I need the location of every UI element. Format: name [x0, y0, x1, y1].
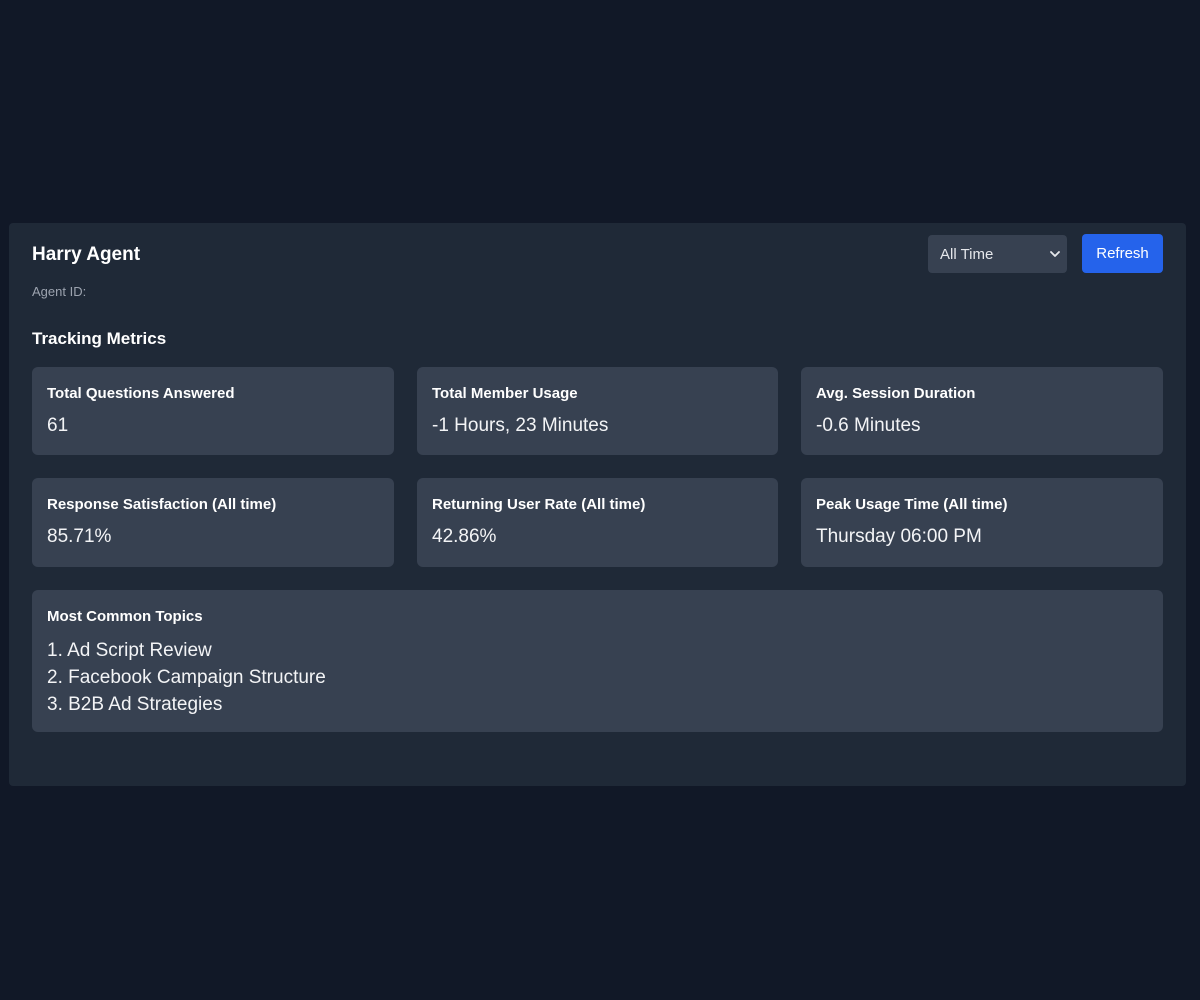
metric-label: Total Questions Answered: [47, 385, 235, 402]
metric-card-total-member-usage: Total Member Usage -1 Hours, 23 Minutes: [417, 367, 778, 455]
metric-label: Response Satisfaction (All time): [47, 496, 277, 513]
agent-metrics-panel: Harry Agent Agent ID: All Time Refresh T…: [9, 223, 1186, 786]
metric-value: Thursday 06:00 PM: [816, 526, 982, 547]
metric-label: Avg. Session Duration: [816, 385, 976, 402]
chevron-down-icon: [1050, 251, 1060, 257]
most-common-topics-card: Most Common Topics 1. Ad Script Review 2…: [32, 590, 1163, 732]
metric-card-total-questions: Total Questions Answered 61: [32, 367, 394, 455]
metric-label: Total Member Usage: [432, 385, 578, 402]
refresh-button[interactable]: Refresh: [1082, 234, 1163, 273]
list-item: 1. Ad Script Review: [47, 640, 212, 661]
agent-name: Harry Agent: [32, 244, 141, 265]
list-item: 3. B2B Ad Strategies: [47, 694, 223, 715]
metric-value: 42.86%: [432, 526, 497, 547]
metric-card-avg-session-duration: Avg. Session Duration -0.6 Minutes: [801, 367, 1163, 455]
metric-card-returning-user-rate: Returning User Rate (All time) 42.86%: [417, 478, 778, 567]
time-range-selected-value: All Time: [940, 246, 994, 263]
metric-value: -0.6 Minutes: [816, 415, 921, 436]
metric-card-response-satisfaction: Response Satisfaction (All time) 85.71%: [32, 478, 394, 567]
metric-label: Peak Usage Time (All time): [816, 496, 1008, 513]
time-range-select[interactable]: All Time: [928, 235, 1067, 273]
metric-value: 61: [47, 415, 69, 436]
topics-label: Most Common Topics: [47, 608, 203, 625]
metric-label: Returning User Rate (All time): [432, 496, 646, 513]
metric-value: 85.71%: [47, 526, 112, 547]
metric-value: -1 Hours, 23 Minutes: [432, 415, 609, 436]
agent-id-label: Agent ID:: [32, 284, 87, 299]
metric-card-peak-usage-time: Peak Usage Time (All time) Thursday 06:0…: [801, 478, 1163, 567]
topics-list: 1. Ad Script Review 2. Facebook Campaign…: [47, 637, 1148, 718]
list-item: 2. Facebook Campaign Structure: [47, 667, 326, 688]
section-title: Tracking Metrics: [32, 329, 167, 348]
